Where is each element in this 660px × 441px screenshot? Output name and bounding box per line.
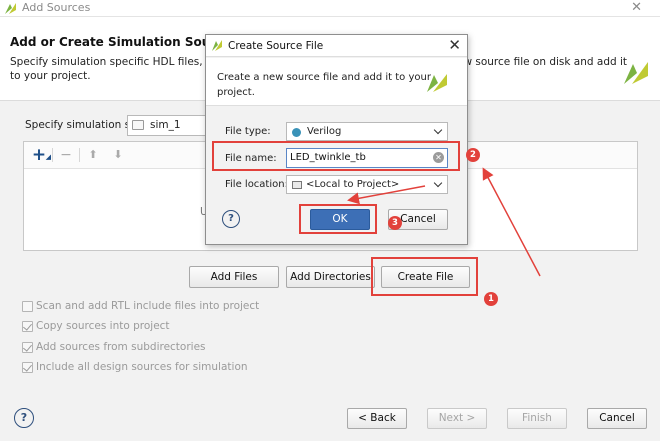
annotation-badge: 2 <box>466 148 480 162</box>
annotation-arrows <box>347 167 541 277</box>
annotation-badge: 3 <box>388 216 402 230</box>
annotation-badge: 1 <box>484 292 498 306</box>
